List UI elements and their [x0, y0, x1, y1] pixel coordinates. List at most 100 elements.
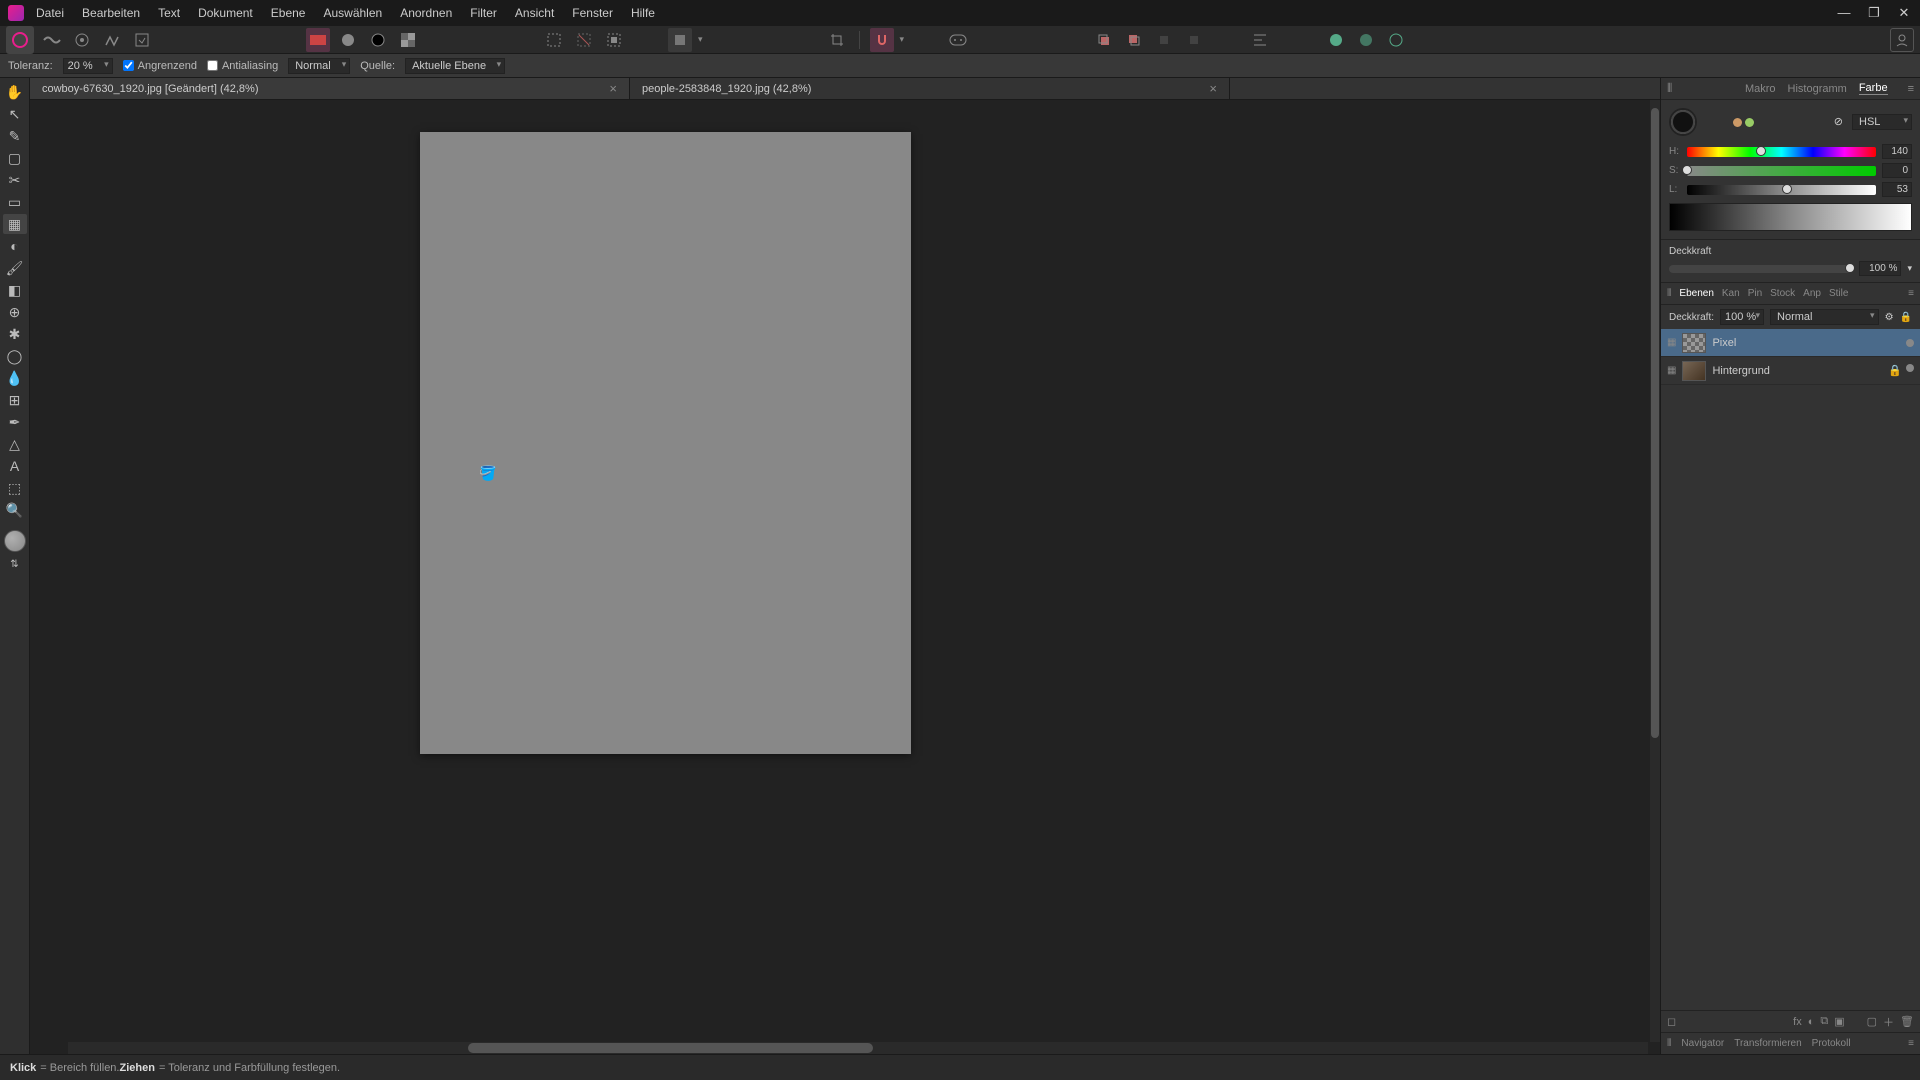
flood-fill-tool-icon[interactable]: ▦ — [3, 214, 27, 234]
lock-icon[interactable]: 🔒 — [1888, 364, 1902, 377]
visibility-toggle-icon[interactable] — [1906, 364, 1914, 372]
marquee-tool-icon[interactable]: ▭ — [3, 192, 27, 212]
menu-ansicht[interactable]: Ansicht — [515, 6, 554, 20]
add-layer-icon[interactable]: ＋ — [1883, 1014, 1894, 1030]
group-icon[interactable]: ▣ — [1834, 1015, 1844, 1028]
chevron-down-icon[interactable]: ▾ — [1907, 263, 1912, 274]
mesh-warp-tool-icon[interactable]: ⊞ — [3, 390, 27, 410]
arrange-front-icon[interactable] — [1092, 28, 1116, 52]
chevron-down-icon[interactable]: ▾ — [900, 34, 905, 45]
arrange-forward-icon[interactable] — [1152, 28, 1176, 52]
menu-anordnen[interactable]: Anordnen — [400, 6, 452, 20]
rgb-preview-icon[interactable] — [306, 28, 330, 52]
paint-brush-tool-icon[interactable]: 🖌 — [3, 258, 27, 278]
menu-bearbeiten[interactable]: Bearbeiten — [82, 6, 140, 20]
panel-menu-icon[interactable]: ≡ — [1908, 1038, 1914, 1049]
tab-pinsel[interactable]: Pin — [1748, 288, 1762, 299]
shape-tool-icon[interactable]: △ — [3, 434, 27, 454]
layer-thumbnail[interactable] — [1682, 361, 1706, 381]
panel-menu-icon[interactable]: ≡ — [1908, 288, 1914, 299]
hue-slider[interactable] — [1687, 147, 1876, 157]
sync-icon[interactable] — [1384, 28, 1408, 52]
assistant-icon[interactable] — [946, 28, 970, 52]
add-layer-icon[interactable] — [1324, 28, 1348, 52]
lock-icon[interactable]: 🔒 — [1900, 312, 1912, 323]
layer-name[interactable]: Hintergrund — [1712, 365, 1769, 377]
opacity-slider[interactable] — [1669, 265, 1853, 273]
transparency-icon[interactable] — [396, 28, 420, 52]
selection-none-icon[interactable] — [572, 28, 596, 52]
saturation-slider[interactable] — [1687, 166, 1876, 176]
close-tab-icon[interactable]: × — [609, 81, 617, 96]
color-mode-select[interactable]: HSL — [1852, 114, 1912, 130]
recent-color-swatch[interactable] — [1733, 118, 1742, 127]
tolerance-input[interactable] — [63, 58, 113, 74]
eyedropper-icon[interactable]: ⊘ — [1834, 116, 1843, 128]
canvas[interactable] — [420, 132, 911, 754]
contiguous-checkbox[interactable]: Angrenzend — [123, 60, 197, 72]
tab-kanaele[interactable]: Kan — [1722, 288, 1740, 299]
recent-color-swatch[interactable] — [1745, 118, 1754, 127]
opacity-input[interactable] — [1859, 261, 1901, 276]
delete-layer-icon[interactable]: 🗑 — [1900, 1015, 1914, 1028]
grayscale-preview-icon[interactable] — [336, 28, 360, 52]
canvas-area[interactable]: 🪣 — [30, 100, 1660, 1054]
lightness-slider[interactable] — [1687, 185, 1876, 195]
layer-name[interactable]: Pixel — [1712, 337, 1736, 349]
blur-tool-icon[interactable]: 💧 — [3, 368, 27, 388]
horizontal-scrollbar[interactable] — [68, 1042, 1648, 1054]
snap-icon[interactable] — [870, 28, 894, 52]
text-tool-icon[interactable]: A — [3, 456, 27, 476]
lightness-input[interactable] — [1882, 182, 1912, 197]
tab-stock[interactable]: Stock — [1770, 288, 1795, 299]
adjustment-icon[interactable]: ◐ — [1808, 1016, 1815, 1028]
menu-datei[interactable]: Datei — [36, 6, 64, 20]
zoom-tool-icon[interactable]: 🔍 — [3, 500, 27, 520]
pen-tool-icon[interactable]: ✒ — [3, 412, 27, 432]
crop-tool-icon[interactable]: ▢ — [3, 148, 27, 168]
menu-filter[interactable]: Filter — [470, 6, 497, 20]
secondary-color-circle[interactable] — [1671, 110, 1695, 134]
menu-hilfe[interactable]: Hilfe — [631, 6, 655, 20]
menu-auswaehlen[interactable]: Auswählen — [323, 6, 382, 20]
liquify-persona-icon[interactable] — [40, 28, 64, 52]
selection-invert-icon[interactable] — [602, 28, 626, 52]
color-preview-strip[interactable] — [1669, 203, 1912, 231]
swap-colors-icon[interactable]: ⇅ — [3, 554, 27, 574]
selection-all-icon[interactable] — [542, 28, 566, 52]
align-icon[interactable] — [1248, 28, 1272, 52]
layer-blend-select[interactable]: Normal — [1770, 309, 1879, 325]
panel-handle-icon[interactable]: ⦀ — [1667, 81, 1672, 96]
document-tab[interactable]: cowboy-67630_1920.jpg [Geändert] (42,8%)… — [30, 78, 630, 99]
color-picker-tool-icon[interactable]: ✎ — [3, 126, 27, 146]
tab-farbe[interactable]: Farbe — [1859, 82, 1888, 95]
inpaint-tool-icon[interactable]: ✱ — [3, 324, 27, 344]
visibility-toggle-icon[interactable] — [1906, 339, 1914, 347]
erase-tool-icon[interactable]: ◧ — [3, 280, 27, 300]
close-icon[interactable]: ✕ — [1896, 5, 1912, 21]
live-filter-icon[interactable]: ⧉ — [1820, 1015, 1828, 1028]
hue-input[interactable] — [1882, 144, 1912, 159]
layer-row[interactable]: ▦ Pixel — [1661, 329, 1920, 357]
selection-brush-tool-icon[interactable]: ✂ — [3, 170, 27, 190]
tab-anpassungen[interactable]: Anp — [1803, 288, 1821, 299]
source-select[interactable]: Aktuelle Ebene — [405, 58, 505, 74]
tab-stile[interactable]: Stile — [1829, 288, 1848, 299]
menu-dokument[interactable]: Dokument — [198, 6, 253, 20]
hand-tool-icon[interactable]: ✋ — [3, 82, 27, 102]
vertical-scrollbar[interactable] — [1650, 100, 1660, 1042]
add-pixel-layer-icon[interactable]: ▢ — [1867, 1015, 1877, 1028]
menu-ebene[interactable]: Ebene — [271, 6, 306, 20]
develop-persona-icon[interactable] — [70, 28, 94, 52]
gear-icon[interactable]: ⚙ — [1885, 312, 1894, 323]
tab-navigator[interactable]: Navigator — [1681, 1038, 1724, 1049]
tab-protokoll[interactable]: Protokoll — [1812, 1038, 1851, 1049]
quick-mask-icon[interactable] — [668, 28, 692, 52]
layer-opacity-input[interactable] — [1720, 309, 1764, 325]
panel-handle-icon[interactable]: ⦀ — [1667, 1038, 1671, 1049]
tab-makro[interactable]: Makro — [1745, 83, 1776, 95]
panel-menu-icon[interactable]: ≡ — [1908, 83, 1914, 95]
panel-handle-icon[interactable]: ⦀ — [1667, 288, 1671, 299]
clone-tool-icon[interactable]: ⊕ — [3, 302, 27, 322]
gradient-tool-icon[interactable]: ◐ — [3, 236, 27, 256]
